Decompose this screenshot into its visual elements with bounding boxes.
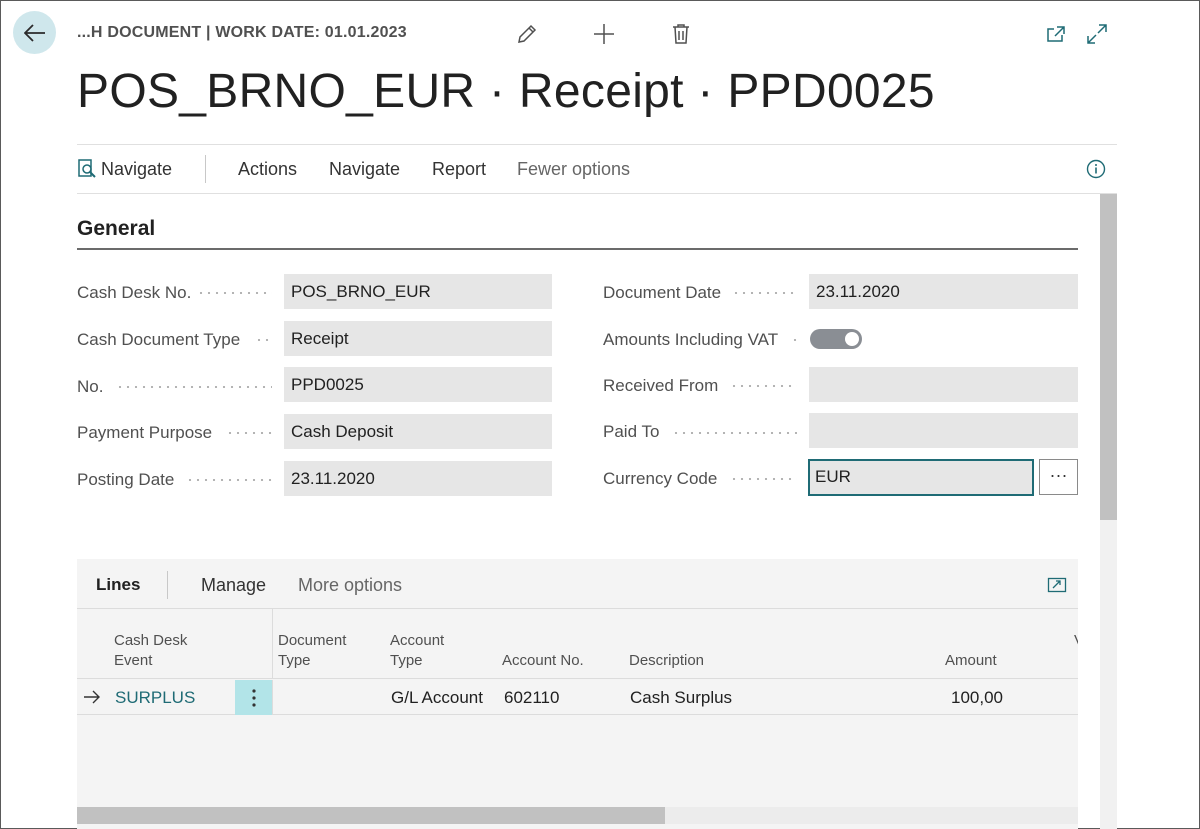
actions-menu[interactable]: Actions <box>238 145 297 194</box>
breadcrumb: ...H DOCUMENT | WORK DATE: 01.01.2023 <box>77 24 407 41</box>
arrow-left-icon <box>23 23 45 42</box>
navigate-icon-button[interactable]: Navigate <box>77 145 172 194</box>
col-header-cash-desk-event[interactable]: Cash Desk Event <box>114 631 187 671</box>
open-in-new-window-icon <box>1047 26 1065 42</box>
navigate-menu[interactable]: Navigate <box>329 145 400 194</box>
col-header-truncated[interactable]: V <box>1074 631 1078 651</box>
column-separator <box>272 680 273 715</box>
section-divider <box>77 248 1078 250</box>
add-button[interactable] <box>591 21 617 47</box>
navigate-icon-button-label: Navigate <box>101 159 173 179</box>
trash-icon <box>673 24 689 44</box>
expand-button[interactable] <box>1084 21 1110 47</box>
cash-desk-no-label: Cash Desk No. <box>77 283 192 302</box>
col-header-account-no[interactable]: Account No. <box>502 651 584 671</box>
page-title: POS_BRNO_EUR · Receipt · PPD0025 <box>77 65 935 118</box>
cell-account-no[interactable]: 602110 <box>504 680 559 715</box>
lines-expand-icon <box>1047 577 1067 593</box>
manage-menu[interactable]: Manage <box>201 559 266 609</box>
expand-icon <box>1087 24 1107 44</box>
leader-dots <box>730 385 797 387</box>
leader-dots <box>255 339 272 341</box>
cash-desk-no-field[interactable]: POS_BRNO_EUR <box>284 274 552 309</box>
report-menu[interactable]: Report <box>432 145 486 194</box>
column-separator <box>272 609 273 679</box>
section-title-general[interactable]: General <box>77 217 155 241</box>
currency-code-lookup-button[interactable]: ··· <box>1039 459 1078 495</box>
lines-action-bar: Lines Manage More options <box>77 559 1078 609</box>
paid-to-field[interactable] <box>809 413 1078 448</box>
document-date-label: Document Date <box>603 283 722 302</box>
col-header-cash-desk-event-line2: Event <box>114 652 153 669</box>
cell-cash-desk-event[interactable]: SURPLUS <box>115 680 195 715</box>
back-button[interactable] <box>13 11 56 54</box>
vertical-dots-icon <box>251 688 256 707</box>
cell-account-type[interactable]: G/L Account <box>391 680 483 715</box>
horizontal-scrollbar-thumb[interactable] <box>77 807 665 824</box>
lines-expand-button[interactable] <box>1047 559 1067 609</box>
payment-purpose-label: Payment Purpose <box>77 423 213 442</box>
col-header-amount[interactable]: Amount <box>945 651 997 671</box>
lines-bar-divider <box>167 571 168 599</box>
col-header-document-type-line1: Document <box>278 632 347 649</box>
leader-dots <box>116 386 272 388</box>
col-header-cash-desk-event-line1: Cash Desk <box>114 632 188 649</box>
plus-icon <box>594 24 614 44</box>
leader-dots <box>732 292 797 294</box>
fewer-options-button[interactable]: Fewer options <box>517 145 630 194</box>
cell-description[interactable]: Cash Surplus <box>630 680 732 715</box>
more-options-button[interactable]: More options <box>298 559 402 609</box>
col-header-document-type-line2: Type <box>278 652 311 669</box>
amounts-including-vat-toggle[interactable] <box>810 329 862 349</box>
action-bar-divider <box>205 155 206 183</box>
navigate-search-icon <box>78 159 96 178</box>
leader-dots <box>672 432 797 434</box>
table-row[interactable]: SURPLUS G/L Account 602110 Cash Surplus … <box>77 680 1078 715</box>
col-header-document-type[interactable]: Document Type <box>278 631 346 671</box>
pencil-icon <box>518 24 537 43</box>
info-button[interactable] <box>1086 145 1106 194</box>
lines-tab[interactable]: Lines <box>96 559 140 609</box>
leader-dots <box>226 432 272 434</box>
amounts-including-vat-label: Amounts Including VAT <box>603 330 779 349</box>
lines-panel: Lines Manage More options Cash Desk Even… <box>77 559 1078 829</box>
col-header-account-type-line2: Type <box>390 652 423 669</box>
no-label: No. <box>77 377 104 396</box>
row-indicator <box>83 680 101 715</box>
col-header-account-type-line1: Account <box>390 632 445 649</box>
posting-date-label: Posting Date <box>77 470 175 489</box>
posting-date-field[interactable]: 23.11.2020 <box>284 461 552 496</box>
vertical-scrollbar-thumb[interactable] <box>1100 194 1117 520</box>
info-icon <box>1086 159 1106 179</box>
lines-grid-header: Cash Desk Event Document Type Account Ty… <box>77 609 1078 679</box>
edit-button[interactable] <box>514 21 540 47</box>
document-date-field[interactable]: 23.11.2020 <box>809 274 1078 309</box>
delete-button[interactable] <box>668 21 694 47</box>
received-from-field[interactable] <box>809 367 1078 402</box>
no-field[interactable]: PPD0025 <box>284 367 552 402</box>
currency-code-label: Currency Code <box>603 469 718 488</box>
arrow-right-icon <box>84 690 100 704</box>
open-new-window-button[interactable] <box>1043 21 1069 47</box>
currency-code-field[interactable]: EUR <box>808 459 1034 496</box>
col-header-description[interactable]: Description <box>629 651 704 671</box>
toggle-knob <box>845 332 859 346</box>
row-actions-button[interactable] <box>235 680 272 715</box>
payment-purpose-field[interactable]: Cash Deposit <box>284 414 552 449</box>
action-bar: Navigate Actions Navigate Report Fewer o… <box>77 144 1117 194</box>
leader-dots <box>791 339 797 341</box>
col-header-account-type[interactable]: Account Type <box>390 631 444 671</box>
leader-dots <box>730 478 797 480</box>
leader-dots <box>186 479 272 481</box>
paid-to-label: Paid To <box>603 422 660 441</box>
received-from-label: Received From <box>603 376 719 395</box>
cell-amount[interactable]: 100,00 <box>951 680 1003 715</box>
cash-document-type-field[interactable]: Receipt <box>284 321 552 356</box>
cash-document-type-label: Cash Document Type <box>77 330 241 349</box>
leader-dots <box>197 292 272 294</box>
